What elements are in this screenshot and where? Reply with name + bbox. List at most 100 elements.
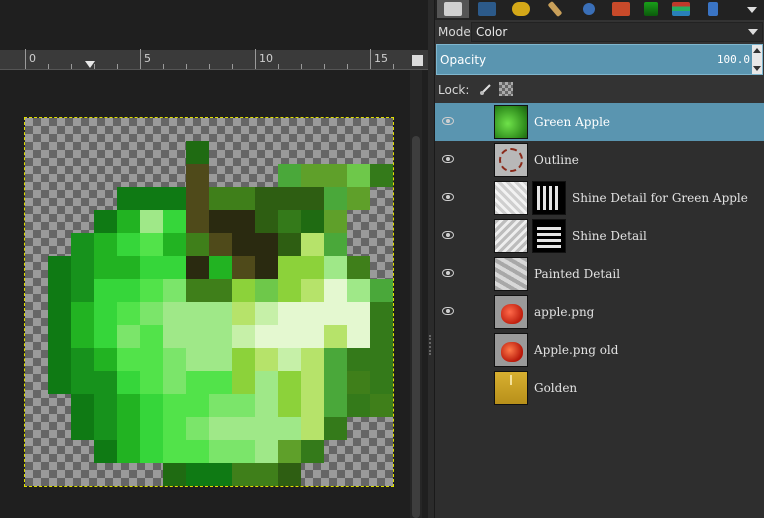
layer-name[interactable]: Green Apple: [534, 115, 610, 129]
layer-name[interactable]: Outline: [534, 153, 579, 167]
layers-dock: Mode: Color Opacity 100.0 Lock: Green Ap…: [434, 0, 764, 518]
pixel: [370, 164, 393, 187]
pixel: [140, 210, 163, 233]
pixel: [25, 302, 48, 325]
undo-icon: [512, 2, 530, 16]
pixel: [186, 325, 209, 348]
pixel: [301, 279, 324, 302]
pixel: [232, 210, 255, 233]
pixel: [163, 417, 186, 440]
ruler-tick: [370, 49, 371, 69]
pixel: [209, 325, 232, 348]
eye-icon[interactable]: [442, 231, 454, 239]
pixel: [186, 187, 209, 210]
lock-pixels-icon[interactable]: [479, 82, 493, 96]
pixel: [163, 463, 186, 486]
eye-icon[interactable]: [442, 307, 454, 315]
layers-tab[interactable]: [437, 0, 469, 18]
ruler-tick: [278, 64, 279, 69]
layer-name[interactable]: Painted Detail: [534, 267, 620, 281]
mode-select[interactable]: Color: [471, 22, 763, 42]
paths-tab[interactable]: [471, 0, 503, 18]
layer-row-painted-detail[interactable]: Painted Detail: [435, 255, 764, 293]
mode-value: Color: [476, 25, 508, 39]
pixel: [370, 141, 393, 164]
opacity-spin-button[interactable]: [752, 45, 762, 74]
layer-row-green-apple[interactable]: Green Apple: [435, 103, 764, 141]
pixel: [255, 164, 278, 187]
ruler-pointer-marker: [85, 61, 95, 68]
red-apple-icon: [501, 342, 523, 362]
pixel: [163, 348, 186, 371]
pixel: [301, 141, 324, 164]
pixel: [186, 210, 209, 233]
pixel: [347, 463, 370, 486]
lock-label: Lock:: [438, 83, 470, 97]
layer-name[interactable]: Shine Detail for Green Apple: [572, 191, 748, 205]
layer-name[interactable]: apple.png: [534, 305, 594, 319]
apple-image[interactable]: [24, 117, 394, 487]
pixel: [209, 371, 232, 394]
image-canvas-area[interactable]: 0 5 10 15: [0, 0, 428, 518]
pixel: [186, 371, 209, 394]
pixel: [324, 187, 347, 210]
ruler-tick: [324, 64, 325, 69]
ruler-label-15: 15: [374, 52, 388, 65]
pixel: [94, 325, 117, 348]
pixel: [186, 440, 209, 463]
vertical-scrollbar[interactable]: [410, 70, 422, 518]
pixel: [232, 118, 255, 141]
navigate-icon[interactable]: [412, 55, 423, 66]
pixel: [94, 302, 117, 325]
pixel: [117, 210, 140, 233]
layer-row-golden[interactable]: Golden: [435, 369, 764, 407]
undo-tab[interactable]: [505, 0, 537, 18]
layer-row-apple-png-old[interactable]: Apple.png old: [435, 331, 764, 369]
palettes-tab[interactable]: [665, 0, 697, 18]
pixel: [48, 279, 71, 302]
gradients-tab[interactable]: [635, 0, 667, 18]
patterns-tab[interactable]: [573, 0, 605, 18]
layer-row-shine-detail[interactable]: Shine Detail: [435, 217, 764, 255]
pixel: [324, 325, 347, 348]
pixel: [324, 256, 347, 279]
scrollbar-thumb[interactable]: [412, 136, 420, 518]
gradient-icon: [644, 2, 658, 16]
pixel: [186, 302, 209, 325]
pixel: [209, 210, 232, 233]
layer-row-apple-png[interactable]: apple.png: [435, 293, 764, 331]
eye-icon[interactable]: [442, 155, 454, 163]
eye-icon[interactable]: [442, 117, 454, 125]
tab-menu-button[interactable]: [745, 2, 759, 16]
layer-name[interactable]: Apple.png old: [534, 343, 618, 357]
pixel: [209, 233, 232, 256]
pixel: [140, 371, 163, 394]
tool-presets-tab[interactable]: [697, 0, 729, 18]
opacity-value: 100.0: [716, 53, 750, 66]
pixel: [301, 118, 324, 141]
pixel: [140, 463, 163, 486]
pixel: [117, 164, 140, 187]
pixel: [347, 118, 370, 141]
eye-icon[interactable]: [442, 193, 454, 201]
layer-row-shine-detail-green[interactable]: Shine Detail for Green Apple: [435, 179, 764, 217]
ruler-tick: [71, 64, 72, 69]
brushes-tab[interactable]: [539, 0, 571, 18]
pixel: [48, 417, 71, 440]
pixel: [186, 279, 209, 302]
pixel: [347, 233, 370, 256]
pixel: [117, 417, 140, 440]
fonts-tab[interactable]: [605, 0, 637, 18]
pixel: [94, 463, 117, 486]
lock-alpha-icon[interactable]: [499, 82, 513, 96]
navigate-corner[interactable]: [408, 50, 428, 70]
layer-name[interactable]: Golden: [534, 381, 577, 395]
ruler-tick: [232, 64, 233, 69]
layer-name[interactable]: Shine Detail: [572, 229, 647, 243]
pixel: [255, 210, 278, 233]
pixel: [278, 210, 301, 233]
eye-icon[interactable]: [442, 269, 454, 277]
horizontal-ruler[interactable]: 0 5 10 15: [0, 49, 408, 70]
opacity-slider[interactable]: Opacity 100.0: [436, 44, 763, 75]
layer-row-outline[interactable]: Outline: [435, 141, 764, 179]
